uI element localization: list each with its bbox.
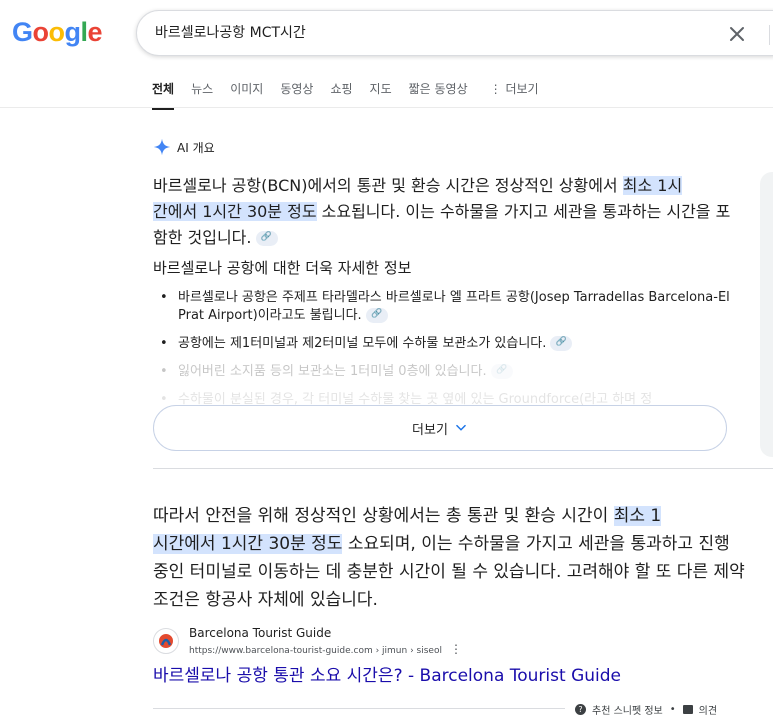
tab-videos[interactable]: 동영상 [280, 80, 313, 110]
list-item: 바르셀로나 공항은 주제프 타라델라스 바르셀로나 엘 프라트 공항(Josep… [160, 289, 735, 325]
feedback-icon [682, 705, 693, 714]
source-url: https://www.barcelona-tourist-guide.com … [189, 642, 462, 656]
tab-images[interactable]: 이미지 [230, 80, 263, 110]
snippet-text: 따라서 안전을 위해 정상적인 상황에서는 총 통관 및 환승 시간이 [153, 506, 614, 526]
show-more-label: 더보기 [412, 422, 448, 438]
logo-letter: G [12, 17, 33, 47]
snippet-footer: ? 추천 스니펫 정보 • 의견 [575, 702, 717, 717]
chevron-down-icon [456, 424, 466, 431]
sparkle-icon [153, 138, 171, 156]
site-logo-icon [159, 634, 173, 648]
ai-summary-text: 바르셀로나 공항(BCN)에서의 통관 및 환승 시간은 정상적인 상황에서 [153, 176, 623, 195]
featured-snippet-text: 따라서 안전을 위해 정상적인 상황에서는 총 통관 및 환승 시간이 최소 1… [153, 502, 745, 614]
search-box[interactable] [136, 10, 773, 56]
section-divider [153, 468, 773, 469]
snippet-highlight: 시간에서 1시간 30분 정도 [153, 534, 343, 554]
logo-letter: e [87, 17, 103, 47]
source-name: Barcelona Tourist Guide [189, 626, 332, 640]
tab-more-label: 더보기 [505, 82, 539, 96]
tab-more[interactable]: ⋮ 더보기 [490, 80, 539, 110]
list-item: 잃어버린 소지품 등의 보관소는 1터미널 0층에 있습니다.🔗 [160, 363, 735, 381]
link-icon[interactable]: 🔗 [255, 231, 278, 246]
bullet-text: 잃어버린 소지품 등의 보관소는 1터미널 0층에 있습니다. [178, 364, 487, 379]
link-icon[interactable]: 🔗 [550, 336, 573, 351]
bullet-text: 공항에는 제1터미널과 제2터미널 모두에 수하물 보관소가 있습니다. [178, 336, 547, 351]
bullet-text: 수하물이 분실된 경우, 각 터미널 수하물 찾는 곳 옆에 있는 Ground… [178, 392, 653, 405]
help-icon: ? [575, 704, 586, 715]
ai-highlight: 간에서 1시간 30분 정도 [153, 202, 317, 221]
ai-summary: 바르셀로나 공항(BCN)에서의 통관 및 환승 시간은 정상적인 상황에서 최… [153, 173, 733, 251]
source-url-text: https://www.barcelona-tourist-guide.com … [189, 646, 442, 656]
footer-divider [153, 708, 565, 709]
clear-search-button[interactable] [725, 22, 749, 46]
feedback-link[interactable]: 의견 [699, 702, 717, 717]
ai-bullet-list: 바르셀로나 공항은 주제프 타라델라스 바르셀로나 엘 프라트 공항(Josep… [160, 289, 735, 415]
list-item: 공항에는 제1터미널과 제2터미널 모두에 수하물 보관소가 있습니다.🔗 [160, 335, 735, 353]
side-panel-card [760, 172, 773, 457]
logo-letter: o [48, 17, 66, 47]
list-item: 수하물이 분실된 경우, 각 터미널 수하물 찾는 곳 옆에 있는 Ground… [160, 391, 735, 405]
more-options-icon[interactable]: ⋮ [450, 642, 462, 656]
tab-all[interactable]: 전체 [152, 80, 175, 110]
bullet-text: 바르셀로나 공항은 주제프 타라델라스 바르셀로나 엘 프라트 공항(Josep… [178, 290, 730, 323]
result-title-link[interactable]: 바르셀로나 공항 통관 소요 시간은? - Barcelona Tourist … [153, 661, 621, 686]
footer-separator: • [669, 704, 676, 715]
ai-overview-header: AI 개요 [153, 138, 215, 156]
show-more-button[interactable]: 더보기 [153, 405, 727, 451]
snippet-highlight: 최소 1 [613, 506, 662, 526]
google-logo[interactable]: Google [12, 17, 103, 48]
about-snippet-link[interactable]: 추천 스니펫 정보 [592, 702, 663, 717]
site-favicon [153, 628, 179, 654]
logo-letter: o [32, 17, 50, 47]
tab-maps[interactable]: 지도 [370, 80, 392, 110]
result-source[interactable]: Barcelona Tourist Guide https://www.barc… [153, 626, 462, 656]
tabs-divider [0, 107, 773, 108]
ai-highlight: 최소 1시 [622, 176, 683, 195]
tab-short-videos[interactable]: 짧은 동영상 [409, 80, 468, 110]
ai-overview-label: AI 개요 [177, 140, 215, 155]
link-icon[interactable]: 🔗 [490, 364, 513, 379]
tab-shopping[interactable]: 쇼핑 [330, 80, 352, 110]
more-vert-icon: ⋮ [489, 82, 506, 96]
close-icon [730, 27, 744, 41]
ai-subheading: 바르셀로나 공항에 대한 더욱 자세한 정보 [153, 259, 412, 277]
search-input[interactable] [155, 24, 675, 40]
logo-letter: g [64, 17, 82, 47]
link-icon[interactable]: 🔗 [365, 308, 388, 323]
logo-letter: l [80, 17, 89, 47]
search-divider [769, 25, 770, 45]
tab-news[interactable]: 뉴스 [191, 80, 213, 110]
search-tabs: 전체 뉴스 이미지 동영상 쇼핑 지도 짧은 동영상 ⋮ 더보기 [152, 80, 556, 110]
